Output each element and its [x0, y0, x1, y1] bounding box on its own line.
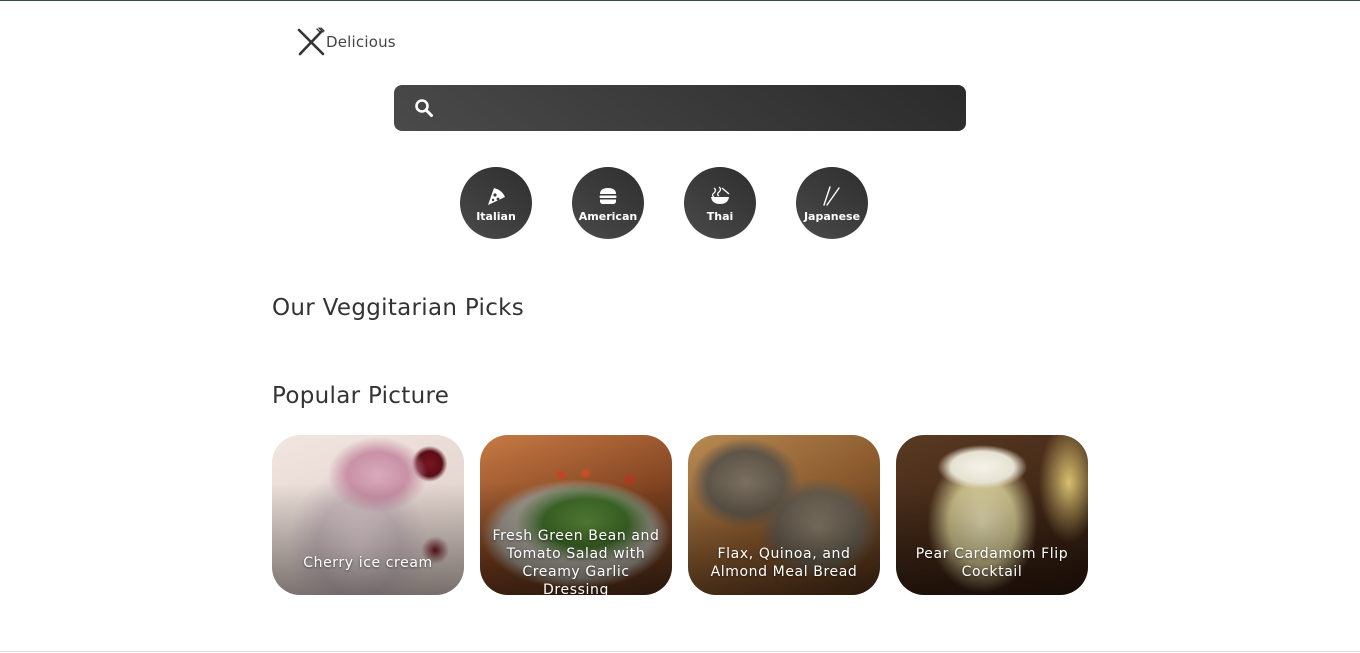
top-border — [0, 0, 1360, 1]
card-title: Pear Cardamom Flip Cocktail — [915, 546, 1069, 580]
popular-card-list: Cherry ice cream Fresh Green Bean and To… — [272, 435, 1088, 595]
recipe-card-flax-quinoa-bread[interactable]: Flax, Quinoa, and Almond Meal Bread — [688, 435, 880, 595]
recipe-card-cherry-ice-cream[interactable]: Cherry ice cream — [272, 435, 464, 595]
cuisine-label: Italian — [476, 210, 516, 223]
veggie-section-title: Our Veggitarian Picks — [272, 295, 525, 321]
recipe-card-green-bean-salad[interactable]: Fresh Green Bean and Tomato Salad with C… — [480, 435, 672, 595]
fork-knife-icon — [297, 27, 325, 56]
chopsticks-icon — [823, 186, 840, 206]
cuisine-italian[interactable]: Italian — [460, 167, 532, 239]
recipe-card-pear-cardamom-cocktail[interactable]: Pear Cardamom Flip Cocktail — [896, 435, 1088, 595]
brand-logo[interactable]: Delicious — [296, 26, 396, 58]
cuisine-thai[interactable]: Thai — [684, 167, 756, 239]
card-title: Fresh Green Bean and Tomato Salad with C… — [492, 528, 660, 595]
cuisine-label: American — [578, 210, 638, 223]
search-bar[interactable] — [394, 85, 966, 131]
brand-name: Delicious — [326, 33, 396, 51]
cuisine-american[interactable]: American — [572, 167, 644, 239]
cuisine-list: Italian American Thai Japanese — [460, 167, 868, 239]
card-title: Flax, Quinoa, and Almond Meal Bread — [710, 546, 858, 580]
card-title: Cherry ice cream — [303, 555, 433, 571]
search-icon — [415, 99, 433, 117]
cuisine-japanese[interactable]: Japanese — [796, 167, 868, 239]
popular-section-title: Popular Picture — [272, 383, 450, 409]
search-input[interactable] — [446, 93, 946, 123]
cuisine-label: Japanese — [803, 210, 861, 223]
bottom-border — [0, 651, 1360, 652]
burger-icon — [599, 188, 617, 204]
cuisine-label: Thai — [706, 210, 734, 223]
noodle-bowl-icon — [711, 186, 730, 204]
pizza-icon — [488, 188, 505, 205]
